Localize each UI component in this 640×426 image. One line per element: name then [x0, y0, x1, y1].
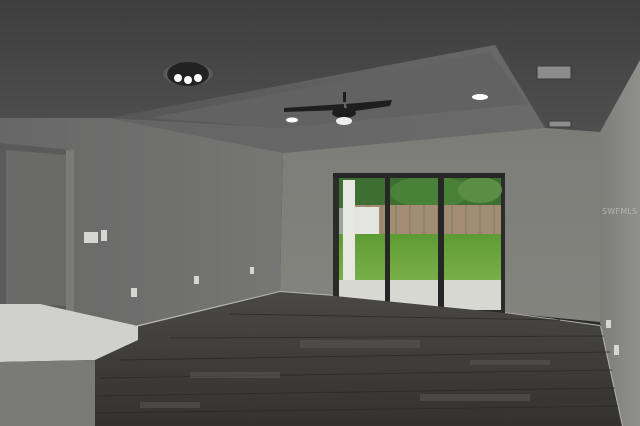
watermark-text: SWFMLS	[602, 207, 638, 216]
recessed-light	[472, 94, 488, 100]
hallway-wall	[6, 150, 66, 306]
empty-room-photo: SWFMLS	[0, 0, 640, 426]
light-switch-icon	[84, 232, 98, 243]
sliding-glass-door	[333, 173, 505, 315]
counter-base	[0, 360, 95, 426]
outlet-icon	[131, 288, 137, 297]
room-illustration	[0, 0, 640, 426]
light-switch-icon	[101, 230, 107, 241]
outlet-icon	[250, 267, 254, 274]
outlet-icon	[606, 320, 611, 328]
recessed-light	[286, 117, 298, 123]
air-vent-icon	[548, 120, 572, 128]
outlet-icon	[614, 345, 619, 355]
air-vent-icon	[536, 65, 572, 80]
door-trim	[66, 150, 74, 312]
ceiling-light-icon	[162, 62, 214, 86]
outlet-icon	[194, 276, 199, 284]
